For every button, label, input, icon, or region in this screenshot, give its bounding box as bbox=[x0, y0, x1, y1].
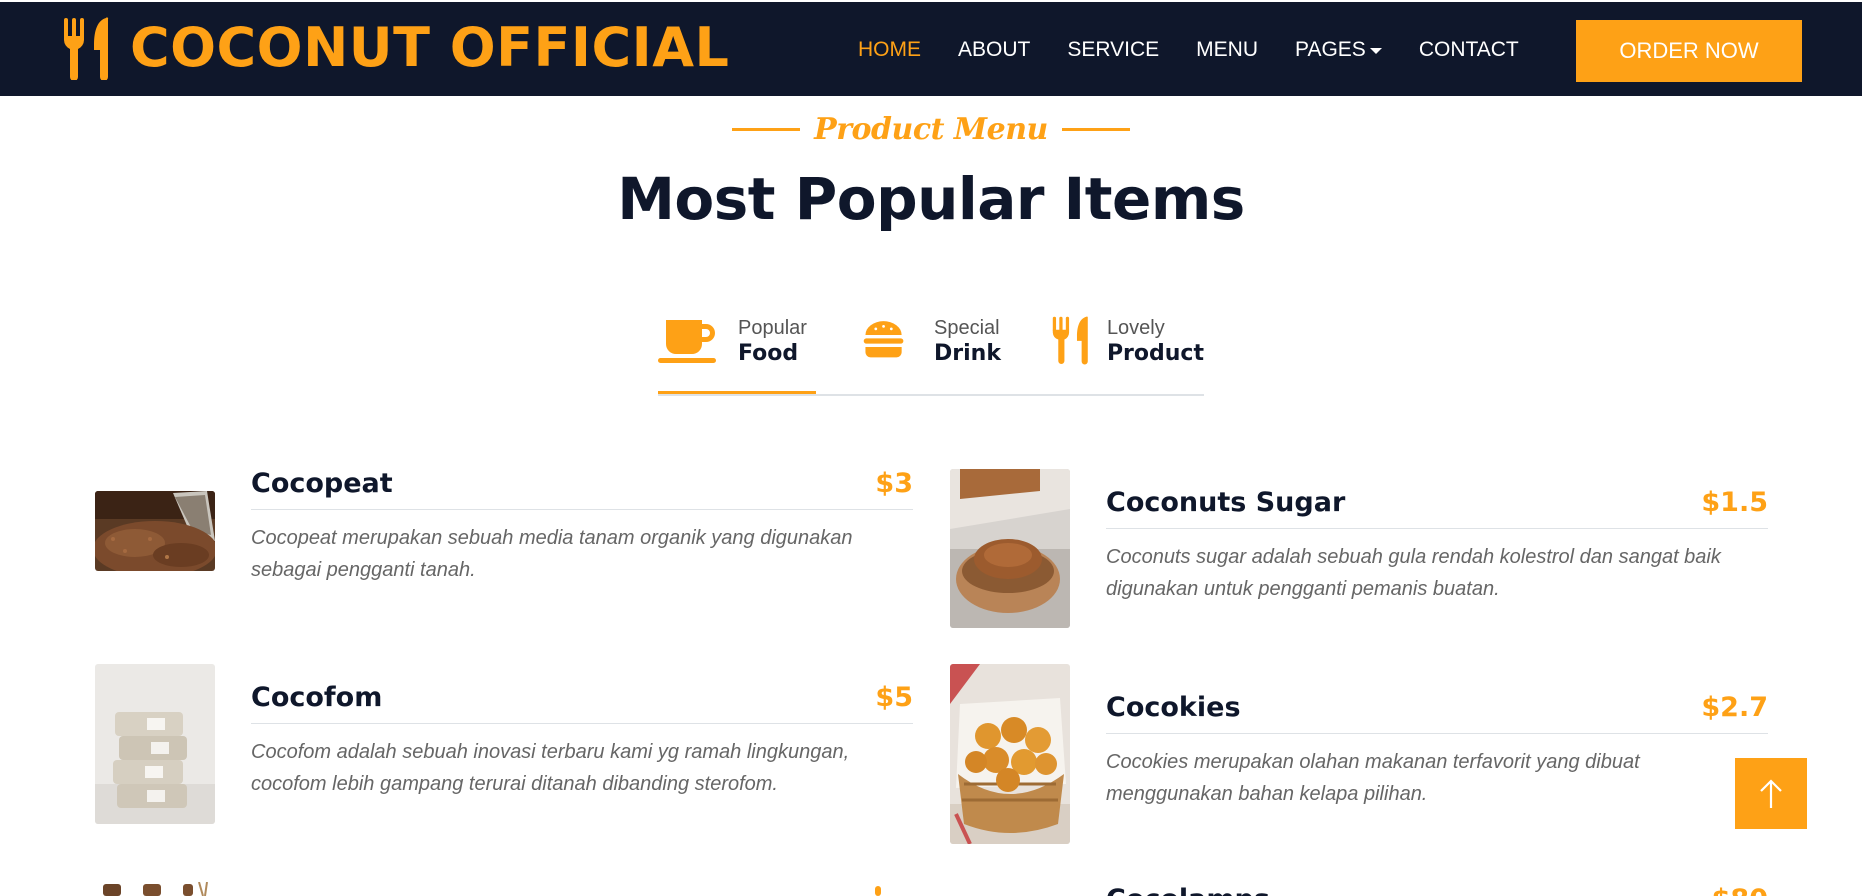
tab-label-small: Lovely bbox=[1106, 317, 1165, 339]
item-price: $5 bbox=[875, 682, 913, 713]
brand-logo[interactable]: COCONUT OFFICIAL bbox=[58, 16, 729, 80]
back-to-top-button[interactable] bbox=[1735, 758, 1807, 829]
item-name: Coconuts Sugar bbox=[1106, 487, 1346, 518]
section-subtitle: Product Menu bbox=[814, 112, 1048, 147]
section-subtitle-row: Product Menu bbox=[0, 112, 1862, 147]
nav-pages-label: PAGES bbox=[1295, 38, 1366, 61]
menu-tabs: Popular Food Special Drink Lovely Produc… bbox=[658, 306, 1204, 396]
tab-label-small: Special bbox=[934, 317, 1000, 339]
subtitle-divider-left bbox=[732, 128, 801, 131]
nav-service[interactable]: SERVICE bbox=[1067, 38, 1159, 62]
item-price: $3 bbox=[875, 468, 913, 499]
tab-special-drink[interactable]: Special Drink bbox=[862, 306, 1012, 394]
item-price: $1.5 bbox=[1701, 487, 1768, 518]
nav-home[interactable]: HOME bbox=[858, 38, 921, 62]
utensils-icon bbox=[64, 17, 109, 80]
coconut-sugar-image bbox=[950, 469, 1070, 628]
tab-label-small: Popular bbox=[738, 317, 807, 339]
cocokies-image bbox=[950, 664, 1070, 844]
tab-lovely-product[interactable]: Lovely Product bbox=[1050, 306, 1204, 394]
item-name: Cocokies bbox=[1106, 692, 1241, 723]
tab-label-big: Food bbox=[738, 341, 799, 366]
item-description: Cocopeat merupakan sebuah media tanam or… bbox=[251, 527, 853, 581]
menu-item[interactable]: Cocopeat $3 Cocopeat merupakan sebuah me… bbox=[95, 468, 913, 608]
tab-label-big: Drink bbox=[934, 341, 1001, 366]
menu-item[interactable]: Cocolamps $80 bbox=[950, 882, 1768, 896]
nav-menu[interactable]: MENU bbox=[1196, 38, 1258, 62]
hamburger-icon bbox=[863, 321, 904, 358]
nav-pages-dropdown[interactable]: PAGES bbox=[1295, 38, 1382, 62]
nav-about[interactable]: ABOUT bbox=[958, 38, 1030, 62]
item-name: Cocolamps bbox=[1106, 882, 1270, 896]
item-price-partial bbox=[875, 886, 881, 896]
navbar: COCONUT OFFICIAL HOME ABOUT SERVICE MENU… bbox=[0, 0, 1862, 96]
menu-item[interactable]: Cocokies $2.7 Cocokies merupakan olahan … bbox=[950, 664, 1768, 844]
item-image-partial bbox=[103, 882, 208, 896]
item-description: Cocofom adalah sebuah inovasi terbaru ka… bbox=[251, 741, 850, 795]
menu-item[interactable]: Coconuts Sugar $1.5 Coconuts sugar adala… bbox=[950, 469, 1768, 629]
menu-item[interactable]: Cocofom $5 Cocofom adalah sebuah inovasi… bbox=[95, 664, 913, 824]
utensils-icon bbox=[1052, 316, 1088, 365]
nav-links: HOME ABOUT SERVICE MENU PAGES CONTACT bbox=[858, 2, 1556, 98]
tab-popular-food[interactable]: Popular Food bbox=[658, 306, 816, 394]
nav-contact[interactable]: CONTACT bbox=[1419, 38, 1519, 62]
coffee-cup-icon bbox=[658, 320, 716, 363]
cocopeat-image bbox=[95, 491, 215, 571]
menu-item[interactable] bbox=[95, 882, 913, 896]
cocofom-image bbox=[95, 664, 215, 824]
brand-name: COCONUT OFFICIAL bbox=[130, 16, 730, 79]
item-name: Cocopeat bbox=[251, 468, 393, 499]
order-now-button[interactable]: ORDER NOW bbox=[1576, 20, 1802, 82]
item-description: Cocokies merupakan olahan makanan terfav… bbox=[1106, 751, 1640, 805]
subtitle-divider-right bbox=[1061, 128, 1130, 131]
item-price: $80 bbox=[1712, 882, 1768, 896]
item-name: Cocofom bbox=[251, 682, 383, 713]
item-description: Coconuts sugar adalah sebuah gula rendah… bbox=[1106, 546, 1721, 600]
caret-down-icon bbox=[1369, 48, 1382, 54]
tab-label-big: Product bbox=[1106, 341, 1204, 366]
arrow-up-icon bbox=[1760, 778, 1782, 808]
item-price: $2.7 bbox=[1701, 692, 1768, 723]
section-title: Most Popular Items bbox=[617, 165, 1245, 233]
